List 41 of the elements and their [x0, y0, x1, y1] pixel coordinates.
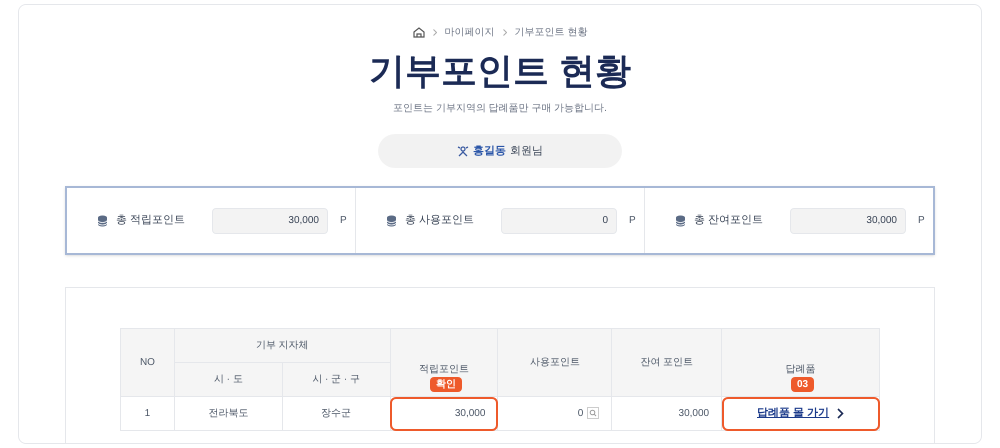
summary-value-field: 30,000 — [790, 208, 906, 234]
annotation-badge: 확인 — [430, 377, 462, 392]
table-cell: 전라북도 — [174, 396, 282, 430]
person-icon — [457, 145, 469, 157]
column-header: 잔여 포인트 — [612, 328, 722, 396]
table-cell: 1 — [120, 396, 174, 430]
search-icon[interactable] — [587, 407, 600, 420]
breadcrumb-link[interactable]: 마이페이지 — [444, 25, 495, 40]
unit-label: P — [629, 214, 636, 228]
column-header: 시 · 도 — [174, 362, 282, 396]
unit-label: P — [340, 214, 347, 228]
page-title: 기부포인트 현황 — [368, 49, 631, 93]
member-name: 홍길동 — [473, 144, 506, 159]
annotation-badge: 03 — [791, 377, 814, 392]
coin-stack-icon — [97, 214, 108, 226]
cell-value: 0 — [578, 408, 584, 419]
coin-stack-icon — [386, 214, 397, 226]
column-header: 기부 지자체 — [174, 328, 390, 362]
column-header: NO — [120, 328, 174, 396]
table-cell: 30,000 — [612, 396, 722, 430]
summary-label: 총 사용포인트 — [405, 213, 476, 228]
chevron-right-icon — [432, 29, 437, 36]
column-header: 답례품 03 — [722, 328, 880, 396]
coin-stack-icon — [675, 214, 686, 226]
summary-label: 총 잔여포인트 — [694, 213, 764, 228]
member-suffix: 회원님 — [510, 144, 543, 159]
chevron-right-icon — [502, 29, 507, 36]
table-cell: 장수군 — [282, 396, 390, 430]
summary-value-field: 30,000 — [212, 208, 328, 234]
summary-value-field: 0 — [501, 208, 617, 234]
breadcrumb-current: 기부포인트 현황 — [514, 26, 588, 40]
column-header: 사용포인트 — [498, 328, 612, 396]
unit-label: P — [918, 214, 925, 228]
gift-mall-link[interactable]: 답례품 몰 가기 — [757, 407, 830, 420]
chevron-right-icon[interactable] — [837, 408, 844, 420]
highlighted-cell: 30,000 — [390, 396, 498, 430]
column-header: 시 · 군 · 구 — [282, 362, 390, 396]
summary-label: 총 적립포인트 — [116, 213, 186, 228]
subtitle: 포인트는 기부지역의 답례품만 구매 가능합니다. — [393, 102, 607, 116]
home-icon[interactable] — [412, 27, 425, 38]
column-header: 적립포인트 확인 — [390, 328, 498, 396]
